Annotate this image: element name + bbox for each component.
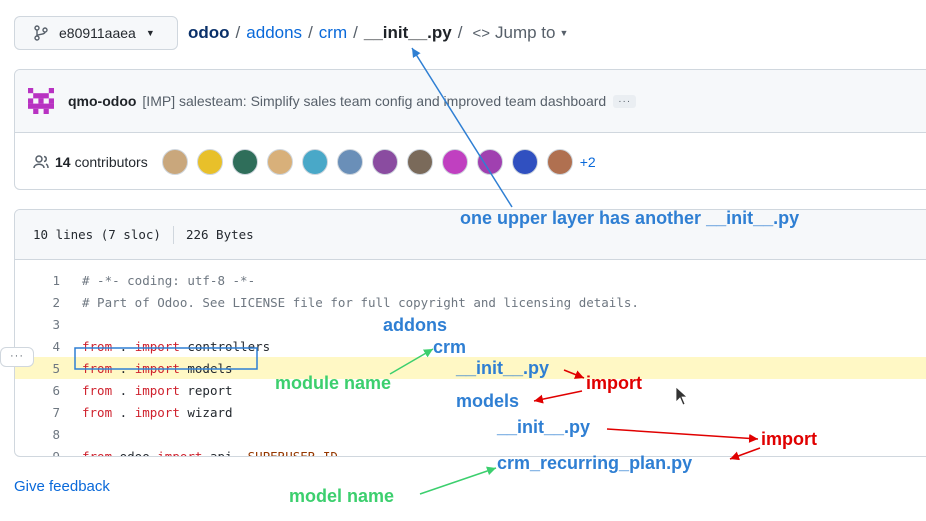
import1-arrow-out bbox=[533, 390, 583, 404]
annotation-init-2: __init__.py bbox=[497, 417, 591, 437]
mouse-cursor-icon bbox=[675, 386, 689, 406]
model-name-arrow bbox=[419, 466, 497, 495]
module-name-arrow bbox=[389, 348, 434, 375]
annotation-crm: crm bbox=[433, 337, 467, 357]
highlight-box bbox=[74, 347, 258, 370]
upper-layer-arrow bbox=[411, 47, 513, 208]
annotation-import-1: import bbox=[586, 373, 642, 393]
annotation-import-2: import bbox=[761, 429, 817, 449]
annotation-upper-layer: one upper layer has another __init__.py bbox=[460, 208, 800, 228]
annotation-model-name: model name bbox=[289, 486, 395, 506]
annotation-models: models bbox=[456, 391, 520, 411]
import2-arrow-out bbox=[729, 447, 761, 461]
annotation-addons: addons bbox=[383, 315, 448, 335]
import2-arrow-in bbox=[606, 428, 759, 443]
import1-arrow-in bbox=[563, 369, 585, 379]
annotation-module-name: module name bbox=[275, 373, 392, 393]
annotation-recurring-plan: crm_recurring_plan.py bbox=[497, 453, 693, 473]
annotation-init-1: __init__.py bbox=[456, 358, 550, 378]
